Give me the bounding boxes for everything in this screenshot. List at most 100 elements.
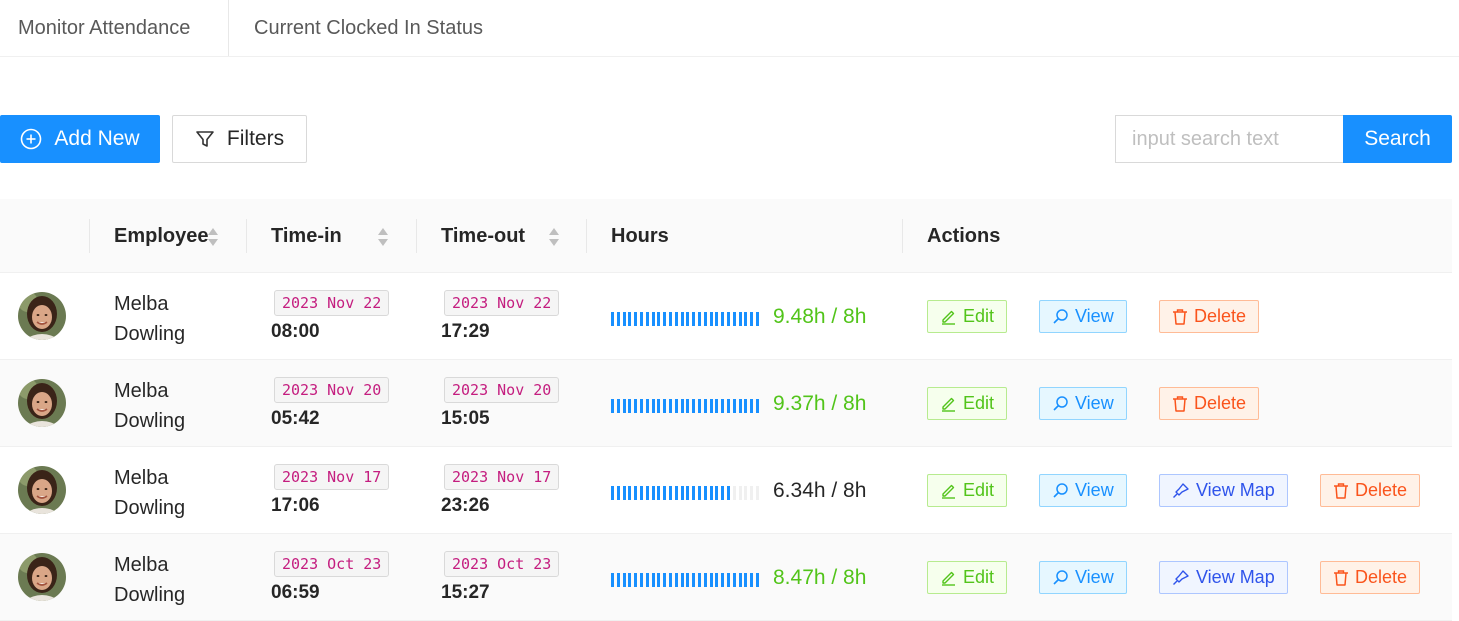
edit-button[interactable]: Edit bbox=[927, 387, 1008, 420]
edit-button[interactable]: Edit bbox=[927, 561, 1008, 594]
delete-button[interactable]: Delete bbox=[1320, 474, 1421, 507]
table-row: Melba Dowling 2023 Nov 22 08:00 2023 Nov… bbox=[0, 273, 1452, 360]
progress-segment bbox=[680, 399, 684, 413]
progress-segment bbox=[715, 399, 719, 413]
delete-label: Delete bbox=[1194, 306, 1247, 326]
edit-button[interactable]: Edit bbox=[927, 300, 1008, 333]
hours-text: 9.37h / 8h bbox=[773, 392, 867, 415]
progress-segment bbox=[657, 486, 661, 500]
trash-icon bbox=[1334, 483, 1348, 499]
employee-first-name: Melba bbox=[114, 293, 169, 315]
filters-label: Filters bbox=[226, 127, 285, 150]
column-header-time-in[interactable]: Time-in bbox=[271, 199, 342, 273]
sort-caret-icon[interactable] bbox=[207, 226, 219, 248]
time-in-value: 06:59 bbox=[271, 582, 320, 603]
view-map-button[interactable]: View Map bbox=[1159, 561, 1288, 594]
progress-segment bbox=[715, 573, 719, 587]
column-divider bbox=[89, 219, 90, 253]
time-out-value: 15:27 bbox=[441, 582, 490, 603]
progress-segment bbox=[726, 573, 730, 587]
filters-button[interactable]: Filters bbox=[172, 115, 307, 163]
progress-segment bbox=[639, 573, 643, 587]
table-row: Melba Dowling 2023 Oct 23 06:59 2023 Oct… bbox=[0, 534, 1452, 621]
hours-progress-bar bbox=[611, 486, 759, 500]
time-out-value: 23:26 bbox=[441, 495, 490, 516]
progress-segment bbox=[645, 486, 649, 500]
progress-segment bbox=[674, 312, 678, 326]
avatar-photo-icon bbox=[18, 379, 66, 427]
delete-button[interactable]: Delete bbox=[1320, 561, 1421, 594]
progress-segment bbox=[622, 312, 626, 326]
column-header-employee[interactable]: Employee bbox=[114, 199, 208, 273]
progress-segment bbox=[732, 573, 736, 587]
column-divider bbox=[902, 219, 903, 253]
progress-segment bbox=[634, 399, 638, 413]
trash-icon bbox=[1334, 570, 1348, 586]
hours-progress-bar bbox=[611, 573, 759, 587]
view-button[interactable]: View bbox=[1039, 561, 1127, 594]
edit-label: Edit bbox=[963, 480, 995, 500]
progress-segment bbox=[703, 312, 707, 326]
progress-segment bbox=[668, 486, 672, 500]
search-group: Search bbox=[1115, 115, 1452, 163]
column-header-actions: Actions bbox=[927, 224, 1001, 247]
time-in-value: 17:06 bbox=[271, 495, 320, 516]
add-new-button[interactable]: Add New bbox=[0, 115, 160, 163]
hours-text: 6.34h / 8h bbox=[773, 479, 867, 502]
avatar-photo-icon bbox=[18, 292, 66, 340]
progress-segment bbox=[709, 573, 713, 587]
progress-segment bbox=[697, 573, 701, 587]
edit-label: Edit bbox=[963, 306, 995, 326]
column-header-time-out[interactable]: Time-out bbox=[441, 199, 525, 273]
view-map-label: View Map bbox=[1196, 567, 1275, 587]
view-button[interactable]: View bbox=[1039, 474, 1127, 507]
search-button[interactable]: Search bbox=[1343, 115, 1452, 163]
delete-button[interactable]: Delete bbox=[1159, 300, 1260, 333]
progress-segment bbox=[611, 399, 614, 413]
time-out-date-tag: 2023 Nov 22 bbox=[444, 290, 560, 316]
edit-button[interactable]: Edit bbox=[927, 474, 1008, 507]
sort-caret-icon[interactable] bbox=[377, 226, 389, 248]
employee-name: Melba Dowling bbox=[114, 463, 234, 523]
table-row: Melba Dowling 2023 Nov 20 05:42 2023 Nov… bbox=[0, 360, 1452, 447]
progress-segment bbox=[628, 486, 632, 500]
progress-segment bbox=[639, 486, 643, 500]
progress-segment bbox=[709, 312, 713, 326]
progress-segment bbox=[628, 312, 632, 326]
progress-segment bbox=[686, 312, 690, 326]
progress-segment bbox=[715, 312, 719, 326]
progress-segment bbox=[628, 573, 632, 587]
progress-segment bbox=[674, 486, 678, 500]
sort-caret-icon[interactable] bbox=[548, 226, 560, 248]
progress-segment bbox=[657, 573, 661, 587]
progress-segment bbox=[651, 573, 655, 587]
view-button[interactable]: View bbox=[1039, 300, 1127, 333]
progress-segment bbox=[750, 399, 754, 413]
progress-segment bbox=[651, 399, 655, 413]
edit-pencil-icon bbox=[942, 310, 955, 325]
progress-segment bbox=[668, 573, 672, 587]
progress-segment bbox=[686, 573, 690, 587]
progress-segment bbox=[663, 486, 667, 500]
view-button[interactable]: View bbox=[1039, 387, 1127, 420]
view-map-button[interactable]: View Map bbox=[1159, 474, 1288, 507]
time-in-date-tag: 2023 Oct 23 bbox=[274, 551, 390, 577]
progress-segment bbox=[755, 399, 759, 413]
time-out-value: 17:29 bbox=[441, 321, 490, 342]
progress-segment bbox=[721, 486, 725, 500]
progress-segment bbox=[651, 486, 655, 500]
tab-monitor-attendance[interactable]: Monitor Attendance bbox=[0, 0, 229, 56]
edit-label: Edit bbox=[963, 393, 995, 413]
delete-button[interactable]: Delete bbox=[1159, 387, 1260, 420]
search-input[interactable] bbox=[1115, 115, 1343, 163]
progress-segment bbox=[750, 312, 754, 326]
time-in-date-tag: 2023 Nov 20 bbox=[274, 377, 390, 403]
progress-segment bbox=[744, 486, 748, 500]
tab-current-clocked-in-status[interactable]: Current Clocked In Status bbox=[229, 0, 501, 56]
progress-segment bbox=[692, 573, 696, 587]
edit-pencil-icon bbox=[942, 484, 955, 499]
progress-segment bbox=[622, 573, 626, 587]
employee-first-name: Melba bbox=[114, 467, 169, 489]
view-map-label: View Map bbox=[1196, 480, 1275, 500]
progress-segment bbox=[697, 486, 701, 500]
